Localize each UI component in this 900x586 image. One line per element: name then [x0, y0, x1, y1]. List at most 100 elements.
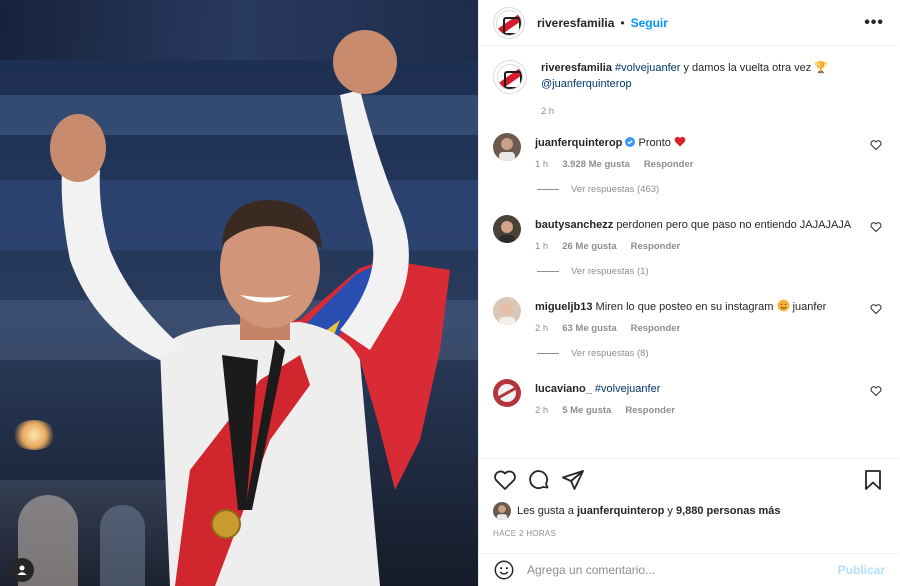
separator-dot: • [620, 15, 625, 30]
comment-likes[interactable]: 5 Me gusta [562, 405, 611, 416]
heart-outline-icon[interactable] [870, 303, 882, 315]
gold-medal [211, 509, 241, 539]
view-replies-button[interactable]: Ver respuestas (1) [537, 266, 882, 277]
comment-time[interactable]: 1 h [535, 159, 548, 170]
heart-outline-icon[interactable] [870, 385, 882, 397]
comment-message: Pronto [638, 137, 671, 149]
heart-outline-icon[interactable] [493, 468, 517, 492]
comment-text: juanferquinterop Pronto [535, 135, 882, 151]
reply-button[interactable]: Responder [644, 159, 694, 170]
smiley-icon[interactable] [493, 559, 515, 581]
avatar-face-icon [499, 221, 515, 243]
comment-meta: 2 h 5 Me gusta Responder [535, 405, 882, 416]
comment-item: lucaviano_ #volvejuanfer 2 h 5 Me gusta … [493, 379, 882, 416]
comment-bubble-icon[interactable] [527, 468, 551, 492]
comment-username[interactable]: juanferquinterop [535, 137, 622, 149]
comment-time[interactable]: 2 h [535, 323, 548, 334]
tagged-users-button[interactable] [10, 558, 34, 582]
comment-text: bautysanchezz perdonen pero que paso no … [535, 217, 882, 233]
view-replies-button[interactable]: Ver respuestas (463) [537, 184, 882, 195]
avatar-face-icon [499, 303, 515, 325]
comment-username[interactable]: bautysanchezz [535, 219, 613, 231]
publish-button[interactable]: Publicar [838, 563, 885, 577]
caption-meta: 2 h [541, 106, 882, 117]
comment-time[interactable]: 2 h [535, 405, 548, 416]
red-heart-emoji-icon [674, 136, 686, 147]
right-fist [333, 30, 397, 94]
likes-user[interactable]: juanferquinterop [577, 505, 664, 517]
likes-joiner: y [667, 505, 673, 517]
caption-text: riveresfamilia #volvejuanfer y damos la … [541, 60, 882, 92]
reply-button[interactable]: Responder [631, 241, 681, 252]
replies-line [537, 189, 559, 190]
left-fist [50, 114, 106, 182]
liker-avatar[interactable] [493, 502, 511, 520]
ellipsis-icon[interactable]: ••• [864, 14, 884, 32]
avatar-logo-icon [497, 384, 517, 402]
commenter-avatar[interactable] [493, 297, 521, 325]
add-comment-bar: Publicar [479, 553, 899, 586]
author-avatar[interactable] [493, 6, 525, 39]
replies-line [537, 271, 559, 272]
left-arm [61, 170, 180, 360]
caption-hashtag[interactable]: #volvejuanfer [615, 62, 680, 74]
likes-summary: Les gusta a juanferquinterop y 9,880 per… [493, 502, 885, 520]
comment-body: migueljb13 Miren lo que posteo en su ins… [535, 299, 882, 334]
comment-likes[interactable]: 26 Me gusta [562, 241, 616, 252]
post-header: riveresfamilia • Seguir ••• [479, 0, 898, 46]
person-icon [17, 565, 27, 575]
view-replies-label: Ver respuestas (463) [571, 184, 660, 195]
caption-avatar[interactable] [493, 60, 527, 94]
comment-message-suffix: juanfer [792, 301, 827, 313]
comment-hashtag[interactable]: #volvejuanfer [595, 383, 660, 395]
comment-meta: 2 h 63 Me gusta Responder [535, 323, 882, 334]
follow-button[interactable]: Seguir [631, 16, 668, 30]
comment-item: bautysanchezz perdonen pero que paso no … [493, 215, 882, 252]
comment-username[interactable]: migueljb13 [535, 301, 592, 313]
posted-time[interactable]: HACE 2 HORAS [493, 529, 885, 538]
comment-item: migueljb13 Miren lo que posteo en su ins… [493, 297, 882, 334]
caption-message: y damos la vuelta otra vez 🏆 [680, 62, 829, 74]
comment-username[interactable]: lucaviano_ [535, 383, 592, 395]
replies-line [537, 353, 559, 354]
caption-username[interactable]: riveresfamilia [541, 62, 612, 74]
likes-prefix: Les gusta a [517, 505, 574, 517]
commenter-avatar[interactable] [493, 215, 521, 243]
reply-button[interactable]: Responder [631, 323, 681, 334]
commenter-avatar[interactable] [493, 133, 521, 161]
comment-message: Miren lo que posteo en su instagram [595, 301, 774, 313]
comment-meta: 1 h 3.928 Me gusta Responder [535, 159, 882, 170]
reply-button[interactable]: Responder [625, 405, 675, 416]
post-photo[interactable] [0, 0, 478, 586]
paper-plane-icon[interactable] [561, 468, 585, 492]
comment-likes[interactable]: 63 Me gusta [562, 323, 616, 334]
view-replies-label: Ver respuestas (8) [571, 348, 649, 359]
comment-likes[interactable]: 3.928 Me gusta [562, 159, 630, 170]
bookmark-icon[interactable] [861, 468, 885, 492]
comment-body: juanferquinterop Pronto 1 h 3.928 Me gus… [535, 135, 882, 170]
heart-outline-icon[interactable] [870, 139, 882, 151]
likes-count[interactable]: 9,880 personas más [676, 505, 781, 517]
comment-meta: 1 h 26 Me gusta Responder [535, 241, 882, 252]
view-replies-label: Ver respuestas (1) [571, 266, 649, 277]
comments-list[interactable]: riveresfamilia #volvejuanfer y damos la … [479, 46, 898, 454]
avatar-face-icon [499, 138, 515, 161]
caption-mention[interactable]: @juanferquinterop [541, 78, 632, 90]
post-sidebar: riveresfamilia • Seguir ••• riveresfamil… [478, 0, 899, 586]
commenter-avatar[interactable] [493, 379, 521, 407]
action-icons-row [493, 465, 885, 495]
comment-input[interactable] [527, 563, 838, 577]
view-replies-button[interactable]: Ver respuestas (8) [537, 348, 882, 359]
heart-outline-icon[interactable] [870, 221, 882, 233]
river-plate-logo [497, 64, 523, 90]
author-username[interactable]: riveresfamilia [537, 16, 614, 30]
comment-body: lucaviano_ #volvejuanfer 2 h 5 Me gusta … [535, 381, 882, 416]
celebrating-player-illustration [50, 30, 450, 586]
comment-time[interactable]: 1 h [535, 241, 548, 252]
caption-time[interactable]: 2 h [541, 106, 554, 117]
river-plate-logo [496, 9, 522, 36]
caption-body: riveresfamilia #volvejuanfer y damos la … [541, 60, 882, 117]
comment-text: lucaviano_ #volvejuanfer [535, 381, 882, 397]
heart-eyes-emoji-icon [777, 299, 789, 312]
comment-body: bautysanchezz perdonen pero que paso no … [535, 217, 882, 252]
